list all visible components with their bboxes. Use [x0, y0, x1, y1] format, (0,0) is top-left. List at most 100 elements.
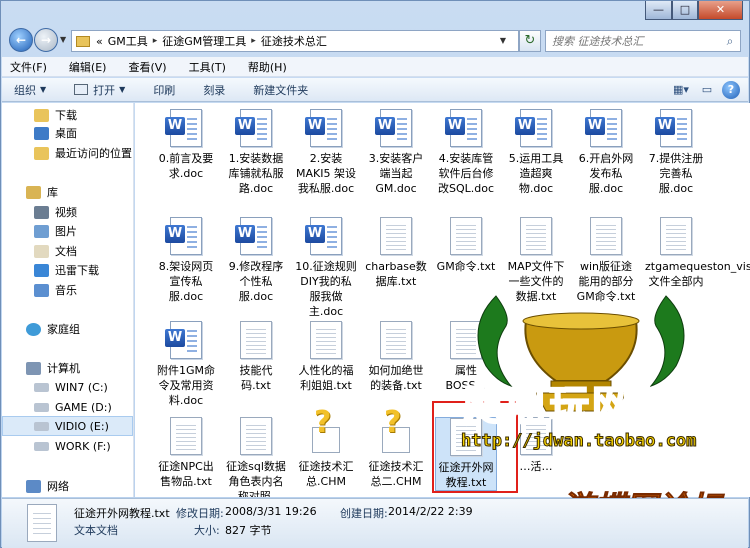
nav-label: 视频 — [55, 206, 77, 219]
file-item[interactable]: ? 征途技术汇总.CHM — [295, 408, 357, 489]
forward-button[interactable]: → — [34, 28, 58, 52]
breadcrumb-tech-summary[interactable]: 征途技术总汇 — [261, 33, 327, 49]
file-item[interactable]: W 10.征途规则DIY我的私服我做主.doc — [295, 217, 357, 319]
nav-item-drive-c[interactable]: WIN7 (C:) — [2, 377, 133, 397]
file-item[interactable]: charbase数据库.txt — [365, 217, 427, 289]
file-item[interactable]: GM命令.txt — [435, 217, 497, 274]
file-item[interactable]: W 附件1GM命令及常用资料.doc — [155, 321, 217, 408]
nav-item-drive-f[interactable]: WORK (F:) — [2, 436, 133, 456]
text-file-icon — [240, 321, 272, 359]
file-name: 9.修改程序个性私服.doc — [228, 260, 284, 303]
text-file-icon — [380, 321, 412, 359]
breadcrumb-separator-icon[interactable]: ▸ — [153, 36, 158, 46]
preview-pane-icon[interactable]: ▭ — [696, 81, 718, 99]
organize-button[interactable]: 组织 ▼ — [14, 82, 46, 98]
nav-item-network[interactable]: 网络 — [2, 476, 133, 496]
menu-edit[interactable]: 编辑(E) — [69, 59, 107, 75]
search-icon[interactable]: ⌕ — [720, 34, 740, 49]
file-item[interactable]: 属性BOSS… — [435, 321, 497, 393]
computer-icon — [26, 361, 41, 375]
menu-file[interactable]: 文件(F) — [10, 59, 47, 75]
file-item[interactable]: ? 征途技术汇总二.CHM — [365, 408, 427, 489]
breadcrumb-separator-icon[interactable]: ▸ — [251, 36, 256, 46]
file-item[interactable]: ztgamequeston_visit文件全部内 — [645, 217, 750, 289]
file-item[interactable]: W 5.运用工具造超爽物.doc — [505, 109, 567, 196]
menu-view[interactable]: 查看(V) — [128, 59, 166, 75]
address-bar[interactable]: « GM工具 ▸ 征途GM管理工具 ▸ 征途技术总汇 — [71, 30, 519, 52]
text-file-icon — [450, 321, 482, 359]
file-item[interactable]: win版征途能用的部分GM命令.txt — [575, 217, 637, 304]
help-icon[interactable]: ? — [722, 81, 740, 99]
refresh-button[interactable]: ↻ — [519, 30, 541, 52]
file-item[interactable]: W 3.安装客户端当起GM.doc — [365, 109, 427, 196]
print-button[interactable]: 印刷 — [153, 82, 175, 98]
file-item[interactable]: W 0.前言及要求.doc — [155, 109, 217, 181]
close-button[interactable]: ✕ — [698, 1, 743, 20]
window-controls: — □ ✕ — [645, 1, 743, 20]
help-file-icon: ? — [310, 408, 342, 455]
open-button[interactable]: 打开 ▼ — [74, 82, 125, 98]
file-item[interactable]: W 2.安装MAKI5 架设我私服.doc — [295, 109, 357, 196]
file-item[interactable]: 如何加绝世的装备.txt — [365, 321, 427, 393]
nav-item-desktop[interactable]: 桌面 — [2, 123, 133, 143]
nav-item-recent[interactable]: 最近访问的位置 — [2, 143, 133, 163]
new-folder-button[interactable]: 新建文件夹 — [253, 82, 308, 98]
nav-item-library[interactable]: 库 — [2, 182, 133, 202]
address-prefix[interactable]: « — [96, 35, 103, 48]
file-item[interactable]: W 4.安装库管软件后台修改SQL.doc — [435, 109, 497, 196]
details-modified-label: 修改日期: — [176, 507, 224, 520]
text-file-icon — [590, 217, 622, 255]
word-logo-icon: W — [235, 117, 255, 135]
nav-label: 家庭组 — [47, 323, 80, 336]
nav-item-video[interactable]: 视频 — [2, 202, 133, 222]
file-name: win版征途能用的部分GM命令.txt — [576, 260, 636, 303]
nav-label: 音乐 — [55, 284, 77, 297]
change-view-icon[interactable]: ▦▾ — [670, 81, 692, 99]
file-name: 征途sql数据角色表内名称对照. — [226, 460, 286, 497]
nav-item-documents[interactable]: 文档 — [2, 241, 133, 261]
nav-item-homegroup[interactable]: 家庭组 — [2, 319, 133, 339]
file-item[interactable]: W 9.修改程序个性私服.doc — [225, 217, 287, 304]
breadcrumb-gm-tools[interactable]: GM工具 — [108, 33, 148, 49]
back-button[interactable]: ← — [9, 28, 33, 52]
file-item[interactable]: 征途NPC出售物品.txt — [155, 417, 217, 489]
file-name: 0.前言及要求.doc — [158, 152, 214, 180]
drive-icon — [34, 382, 49, 392]
nav-item-drive-d[interactable]: GAME (D:) — [2, 397, 133, 417]
nav-item-music[interactable]: 音乐 — [2, 280, 133, 300]
file-name: 4.安装库管软件后台修改SQL.doc — [437, 152, 495, 195]
burn-button[interactable]: 刻录 — [203, 82, 225, 98]
organize-label: 组织 — [14, 83, 36, 97]
desktop-icon — [34, 126, 49, 140]
nav-item-drive-e[interactable]: VIDIO (E:) — [2, 416, 133, 436]
file-item[interactable]: W 7.提供注册完善私服.doc — [645, 109, 707, 196]
nav-item-computer[interactable]: 计算机 — [2, 358, 133, 378]
recent-pages-dropdown[interactable]: ▼ — [60, 35, 66, 44]
word-logo-icon: W — [515, 117, 535, 135]
address-dropdown-icon[interactable]: ▼ — [494, 30, 512, 52]
file-item[interactable]: W 8.架设网页宣传私服.doc — [155, 217, 217, 304]
file-item[interactable]: W 6.开启外网发布私服.doc — [575, 109, 637, 196]
file-item[interactable]: 人性化的福利姐姐.txt — [295, 321, 357, 393]
nav-label: 计算机 — [47, 362, 80, 375]
file-item[interactable]: 征途sql数据角色表内名称对照. — [225, 417, 287, 497]
file-item[interactable]: 技能代码.txt — [225, 321, 287, 393]
minimize-button[interactable]: — — [645, 1, 672, 20]
breadcrumb-gm-manager[interactable]: 征途GM管理工具 — [162, 33, 246, 49]
file-item[interactable]: MAP文件下一些文件的数据.txt — [505, 217, 567, 304]
file-item[interactable]: W 1.安装数据库铺就私服路.doc — [225, 109, 287, 196]
library-icon — [26, 185, 41, 199]
file-name: 2.安装MAKI5 架设我私服.doc — [296, 152, 356, 195]
file-list: W 0.前言及要求.doc W 1.安装数据库铺就私服路.doc W 2.安装MAKI5 … — [135, 103, 750, 497]
drive-icon — [34, 441, 49, 451]
maximize-button[interactable]: □ — [672, 1, 698, 20]
nav-item-downloads[interactable]: 下载 — [2, 105, 133, 125]
word-document-icon: W — [235, 217, 272, 255]
nav-item-pictures[interactable]: 图片 — [2, 221, 133, 241]
navigation-row: ← → ▼ « GM工具 ▸ 征途GM管理工具 ▸ 征途技术总汇 ▼ ↻ ⌕ — [9, 27, 741, 55]
menu-tools[interactable]: 工具(T) — [189, 59, 226, 75]
menu-help[interactable]: 帮助(H) — [248, 59, 287, 75]
search-box[interactable]: ⌕ — [545, 30, 741, 52]
nav-item-xunlei[interactable]: 迅雷下载 — [2, 260, 133, 280]
search-input[interactable] — [552, 34, 720, 48]
